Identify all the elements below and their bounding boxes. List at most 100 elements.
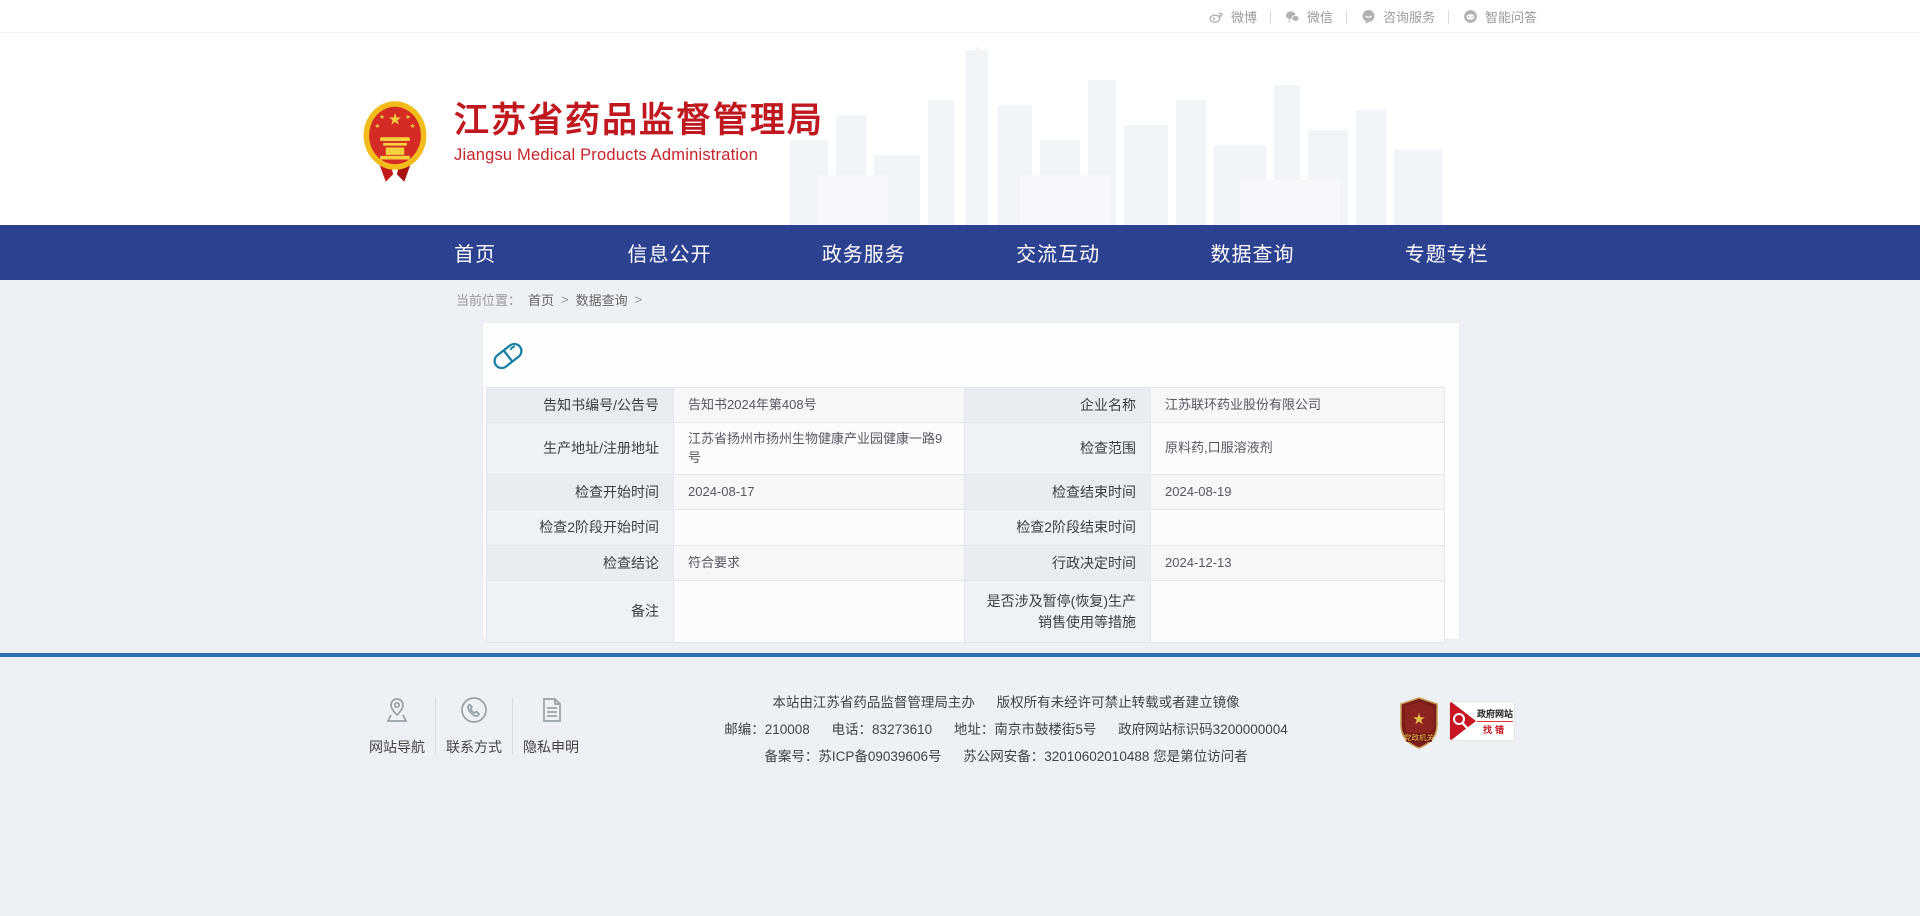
city-skyline-watermark	[770, 45, 1470, 225]
footer-host-text: 本站由江苏省药品监督管理局主办	[772, 695, 975, 710]
remarks-label: 备注	[487, 581, 674, 643]
top-utility-bar: 微博 微信	[0, 0, 1920, 33]
footer-links: 网站导航 联系方式	[365, 695, 583, 757]
svg-text:★: ★	[379, 114, 385, 121]
inspection-start-value: 2024-08-17	[674, 475, 965, 510]
inspection-conclusion-label: 检查结论	[487, 546, 674, 581]
svg-text:★: ★	[375, 123, 381, 130]
error-badge-text: 政府网站 找错	[1476, 707, 1514, 736]
remarks-value	[674, 581, 965, 643]
company-name-value: 江苏联环药业股份有限公司	[1151, 388, 1445, 423]
footer-address: 地址：南京市鼓楼街5号	[954, 722, 1097, 737]
nav-item-data-query[interactable]: 数据查询	[1155, 225, 1349, 280]
phase2-end-value	[1151, 510, 1445, 546]
nav-item-gov-services[interactable]: 政务服务	[767, 225, 961, 280]
svg-text:党政机关: 党政机关	[1404, 732, 1434, 742]
gov-site-error-badge[interactable]: 政府网站 找错	[1449, 701, 1515, 741]
nav-item-interaction[interactable]: 交流互动	[961, 225, 1155, 280]
footer: 网站导航 联系方式	[0, 657, 1920, 916]
svg-text:★: ★	[410, 123, 416, 130]
privacy-link[interactable]: 隐私申明	[519, 695, 583, 757]
nav-item-info-disclosure[interactable]: 信息公开	[572, 225, 766, 280]
table-row: 告知书编号/公告号 告知书2024年第408号 企业名称 江苏联环药业股份有限公…	[487, 388, 1445, 423]
table-row: 检查开始时间 2024-08-17 检查结束时间 2024-08-19	[487, 475, 1445, 510]
table-row: 备注 是否涉及暂停(恢复)生产销售使用等措施	[487, 581, 1445, 643]
production-address-value: 江苏省扬州市扬州生物健康产业园健康一路9号	[674, 423, 965, 475]
notice-number-label: 告知书编号/公告号	[487, 388, 674, 423]
consult-service-icon	[1360, 8, 1377, 25]
smart-qa-link[interactable]: 智能问答	[1449, 7, 1550, 26]
masthead: ★ ★ ★ ★ ★ 江苏省药品监督管理局 Jiangsu Medical Pro…	[0, 33, 1920, 225]
nav-item-special-topics[interactable]: 专题专栏	[1350, 225, 1544, 280]
contact-link[interactable]: 联系方式	[442, 695, 506, 757]
inspection-detail-card: 告知书编号/公告号 告知书2024年第408号 企业名称 江苏联环药业股份有限公…	[482, 322, 1460, 640]
consult-service-link[interactable]: 咨询服务	[1347, 7, 1448, 26]
site-title-block: 江苏省药品监督管理局 Jiangsu Medical Products Admi…	[454, 101, 824, 165]
site-map-label: 网站导航	[369, 737, 425, 757]
breadcrumb: 当前位置： 首页 > 数据查询 >	[456, 290, 642, 309]
inspection-scope-value: 原料药,口服溶液剂	[1151, 423, 1445, 475]
phase2-start-value	[674, 510, 965, 546]
primary-nav-items: 首页 信息公开 政务服务 交流互动 数据查询 专题专栏	[378, 225, 1544, 280]
site-map-link[interactable]: 网站导航	[365, 695, 429, 757]
admin-decision-date-value: 2024-12-13	[1151, 546, 1445, 581]
phase2-end-label: 检查2阶段结束时间	[965, 510, 1151, 546]
site-map-icon	[382, 695, 412, 725]
company-name-label: 企业名称	[965, 388, 1151, 423]
production-address-label: 生产地址/注册地址	[487, 423, 674, 475]
weibo-icon	[1208, 8, 1225, 25]
admin-decision-date-label: 行政决定时间	[965, 546, 1151, 581]
weibo-link[interactable]: 微博	[1195, 7, 1270, 26]
page: 微博 微信	[0, 0, 1920, 916]
breadcrumb-prefix: 当前位置：	[456, 290, 521, 309]
breadcrumb-home-link[interactable]: 首页	[528, 290, 554, 309]
footer-link-separator	[435, 697, 436, 755]
consult-service-label: 咨询服务	[1383, 7, 1435, 26]
footer-inner: 网站导航 联系方式	[365, 689, 1515, 770]
table-row: 检查2阶段开始时间 检查2阶段结束时间	[487, 510, 1445, 546]
footer-police-number: 苏公网安备：32010602010488 您是第位访问者	[963, 749, 1247, 764]
primary-nav: 首页 信息公开 政务服务 交流互动 数据查询 专题专栏	[0, 225, 1920, 280]
svg-text:★: ★	[388, 111, 402, 128]
breadcrumb-data-query-link[interactable]: 数据查询	[576, 290, 628, 309]
wechat-label: 微信	[1307, 7, 1333, 26]
smart-qa-label: 智能问答	[1485, 7, 1537, 26]
wechat-link[interactable]: 微信	[1271, 7, 1346, 26]
weibo-label: 微博	[1231, 7, 1257, 26]
nav-item-home[interactable]: 首页	[378, 225, 572, 280]
inspection-scope-label: 检查范围	[965, 423, 1151, 475]
phase2-start-label: 检查2阶段开始时间	[487, 510, 674, 546]
main-content: 当前位置： 首页 > 数据查询 > 告知书编号/公告号 告知书2024年第408…	[0, 280, 1920, 653]
contact-label: 联系方式	[446, 737, 502, 757]
inspection-conclusion-value: 符合要求	[674, 546, 965, 581]
inspection-end-value: 2024-08-19	[1151, 475, 1445, 510]
table-row: 检查结论 符合要求 行政决定时间 2024-12-13	[487, 546, 1445, 581]
privacy-label: 隐私申明	[523, 737, 579, 757]
footer-info: 本站由江苏省药品监督管理局主办 版权所有未经许可禁止转载或者建立镜像 邮编：21…	[643, 689, 1369, 770]
site-logo[interactable]: ★ ★ ★ ★ ★ 江苏省药品监督管理局 Jiangsu Medical Pro…	[358, 95, 824, 187]
notice-number-value: 告知书2024年第408号	[674, 388, 965, 423]
suspension-measures-label: 是否涉及暂停(恢复)生产销售使用等措施	[965, 581, 1151, 643]
footer-info-line3: 备案号：苏ICP备09039606号 苏公网安备：32010602010488 …	[643, 743, 1369, 770]
inspection-detail-table: 告知书编号/公告号 告知书2024年第408号 企业名称 江苏联环药业股份有限公…	[486, 387, 1445, 643]
svg-text:★: ★	[1412, 711, 1425, 728]
footer-postcode: 邮编：210008	[724, 722, 810, 737]
top-utility-items: 微博 微信	[1195, 0, 1550, 33]
privacy-doc-icon	[536, 695, 566, 725]
national-emblem-icon: ★ ★ ★ ★ ★	[358, 95, 432, 187]
party-gov-badge[interactable]: ★ 党政机关	[1399, 697, 1439, 749]
breadcrumb-separator: >	[635, 292, 643, 307]
footer-icp-number: 备案号：苏ICP备09039606号	[764, 749, 941, 764]
phone-icon	[459, 695, 489, 725]
footer-badges: ★ 党政机关 政府网站 找错	[1399, 697, 1515, 749]
table-row: 生产地址/注册地址 江苏省扬州市扬州生物健康产业园健康一路9号 检查范围 原料药…	[487, 423, 1445, 475]
inspection-end-label: 检查结束时间	[965, 475, 1151, 510]
svg-text:★: ★	[405, 114, 411, 121]
footer-link-separator	[512, 697, 513, 755]
footer-info-line2: 邮编：210008 电话：83273610 地址：南京市鼓楼街5号 政府网站标识…	[643, 716, 1369, 743]
breadcrumb-separator: >	[561, 292, 569, 307]
footer-site-code: 政府网站标识码3200000004	[1118, 722, 1288, 737]
footer-info-line1: 本站由江苏省药品监督管理局主办 版权所有未经许可禁止转载或者建立镜像	[643, 689, 1369, 716]
site-subtitle: Jiangsu Medical Products Administration	[454, 146, 824, 165]
site-title: 江苏省药品监督管理局	[454, 101, 824, 141]
